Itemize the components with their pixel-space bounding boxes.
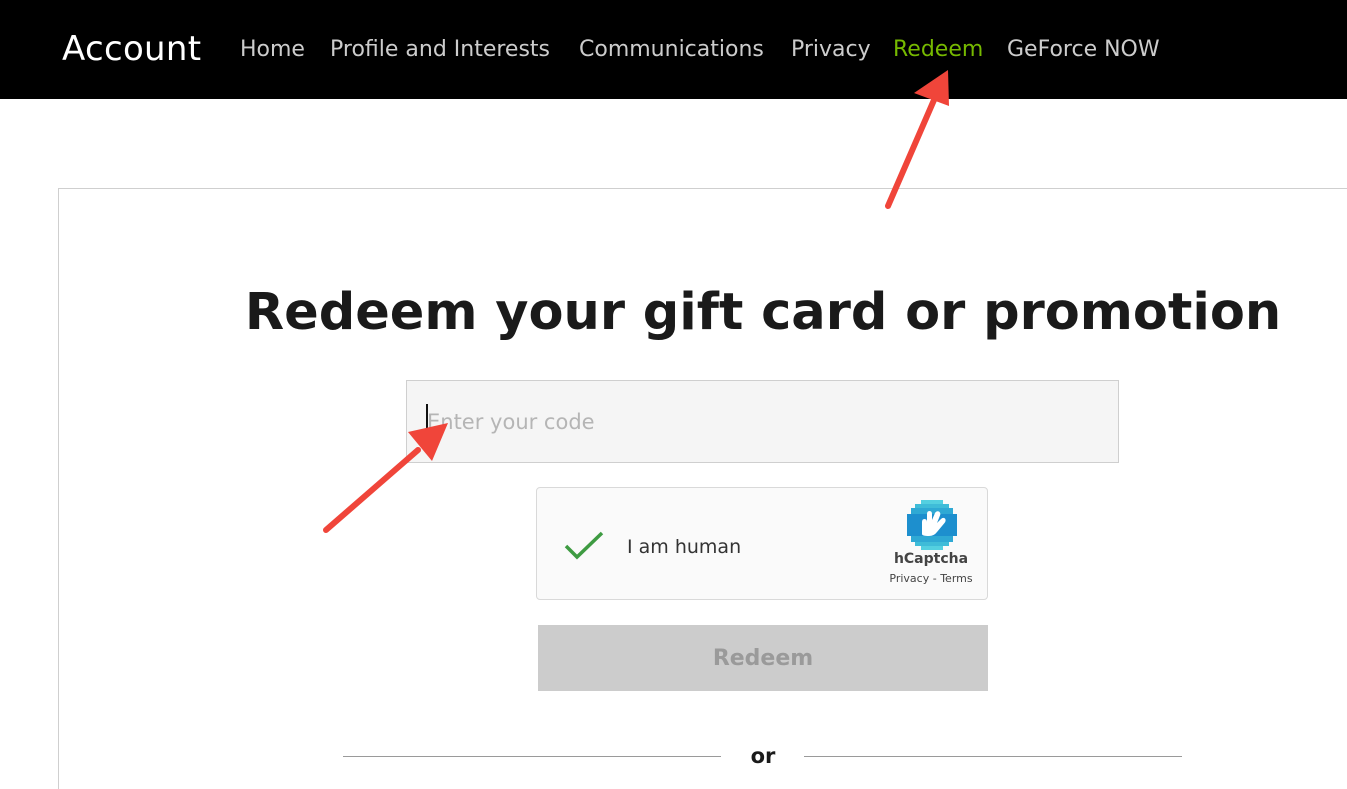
hcaptcha-name: hCaptcha <box>893 551 969 567</box>
hcaptcha-links[interactable]: Privacy - Terms <box>881 572 981 585</box>
hcaptcha-logo-icon <box>907 500 957 550</box>
hcaptcha-widget[interactable]: I am human hCaptcha Privacy - Terms <box>536 487 988 600</box>
or-divider-right <box>804 756 1182 757</box>
captcha-label: I am human <box>627 536 742 558</box>
account-brand[interactable]: Account <box>62 29 201 69</box>
top-navigation-bar: Account Home Profile and Interests Commu… <box>0 0 1347 99</box>
redeem-button[interactable]: Redeem <box>538 625 988 691</box>
or-divider-left <box>343 756 721 757</box>
page-title: Redeem your gift card or promotion <box>244 283 1282 342</box>
code-input[interactable] <box>406 380 1119 463</box>
nav-item-privacy[interactable]: Privacy <box>791 36 871 64</box>
or-label: or <box>750 744 776 768</box>
nav-item-home[interactable]: Home <box>240 36 305 64</box>
text-caret <box>426 404 428 430</box>
nav-item-geforce-now[interactable]: GeForce NOW <box>1007 36 1160 64</box>
nav-item-profile-and-interests[interactable]: Profile and Interests <box>330 36 550 64</box>
nav-item-redeem[interactable]: Redeem <box>893 36 983 64</box>
nav-item-communications[interactable]: Communications <box>579 36 764 64</box>
check-icon[interactable] <box>563 530 605 562</box>
